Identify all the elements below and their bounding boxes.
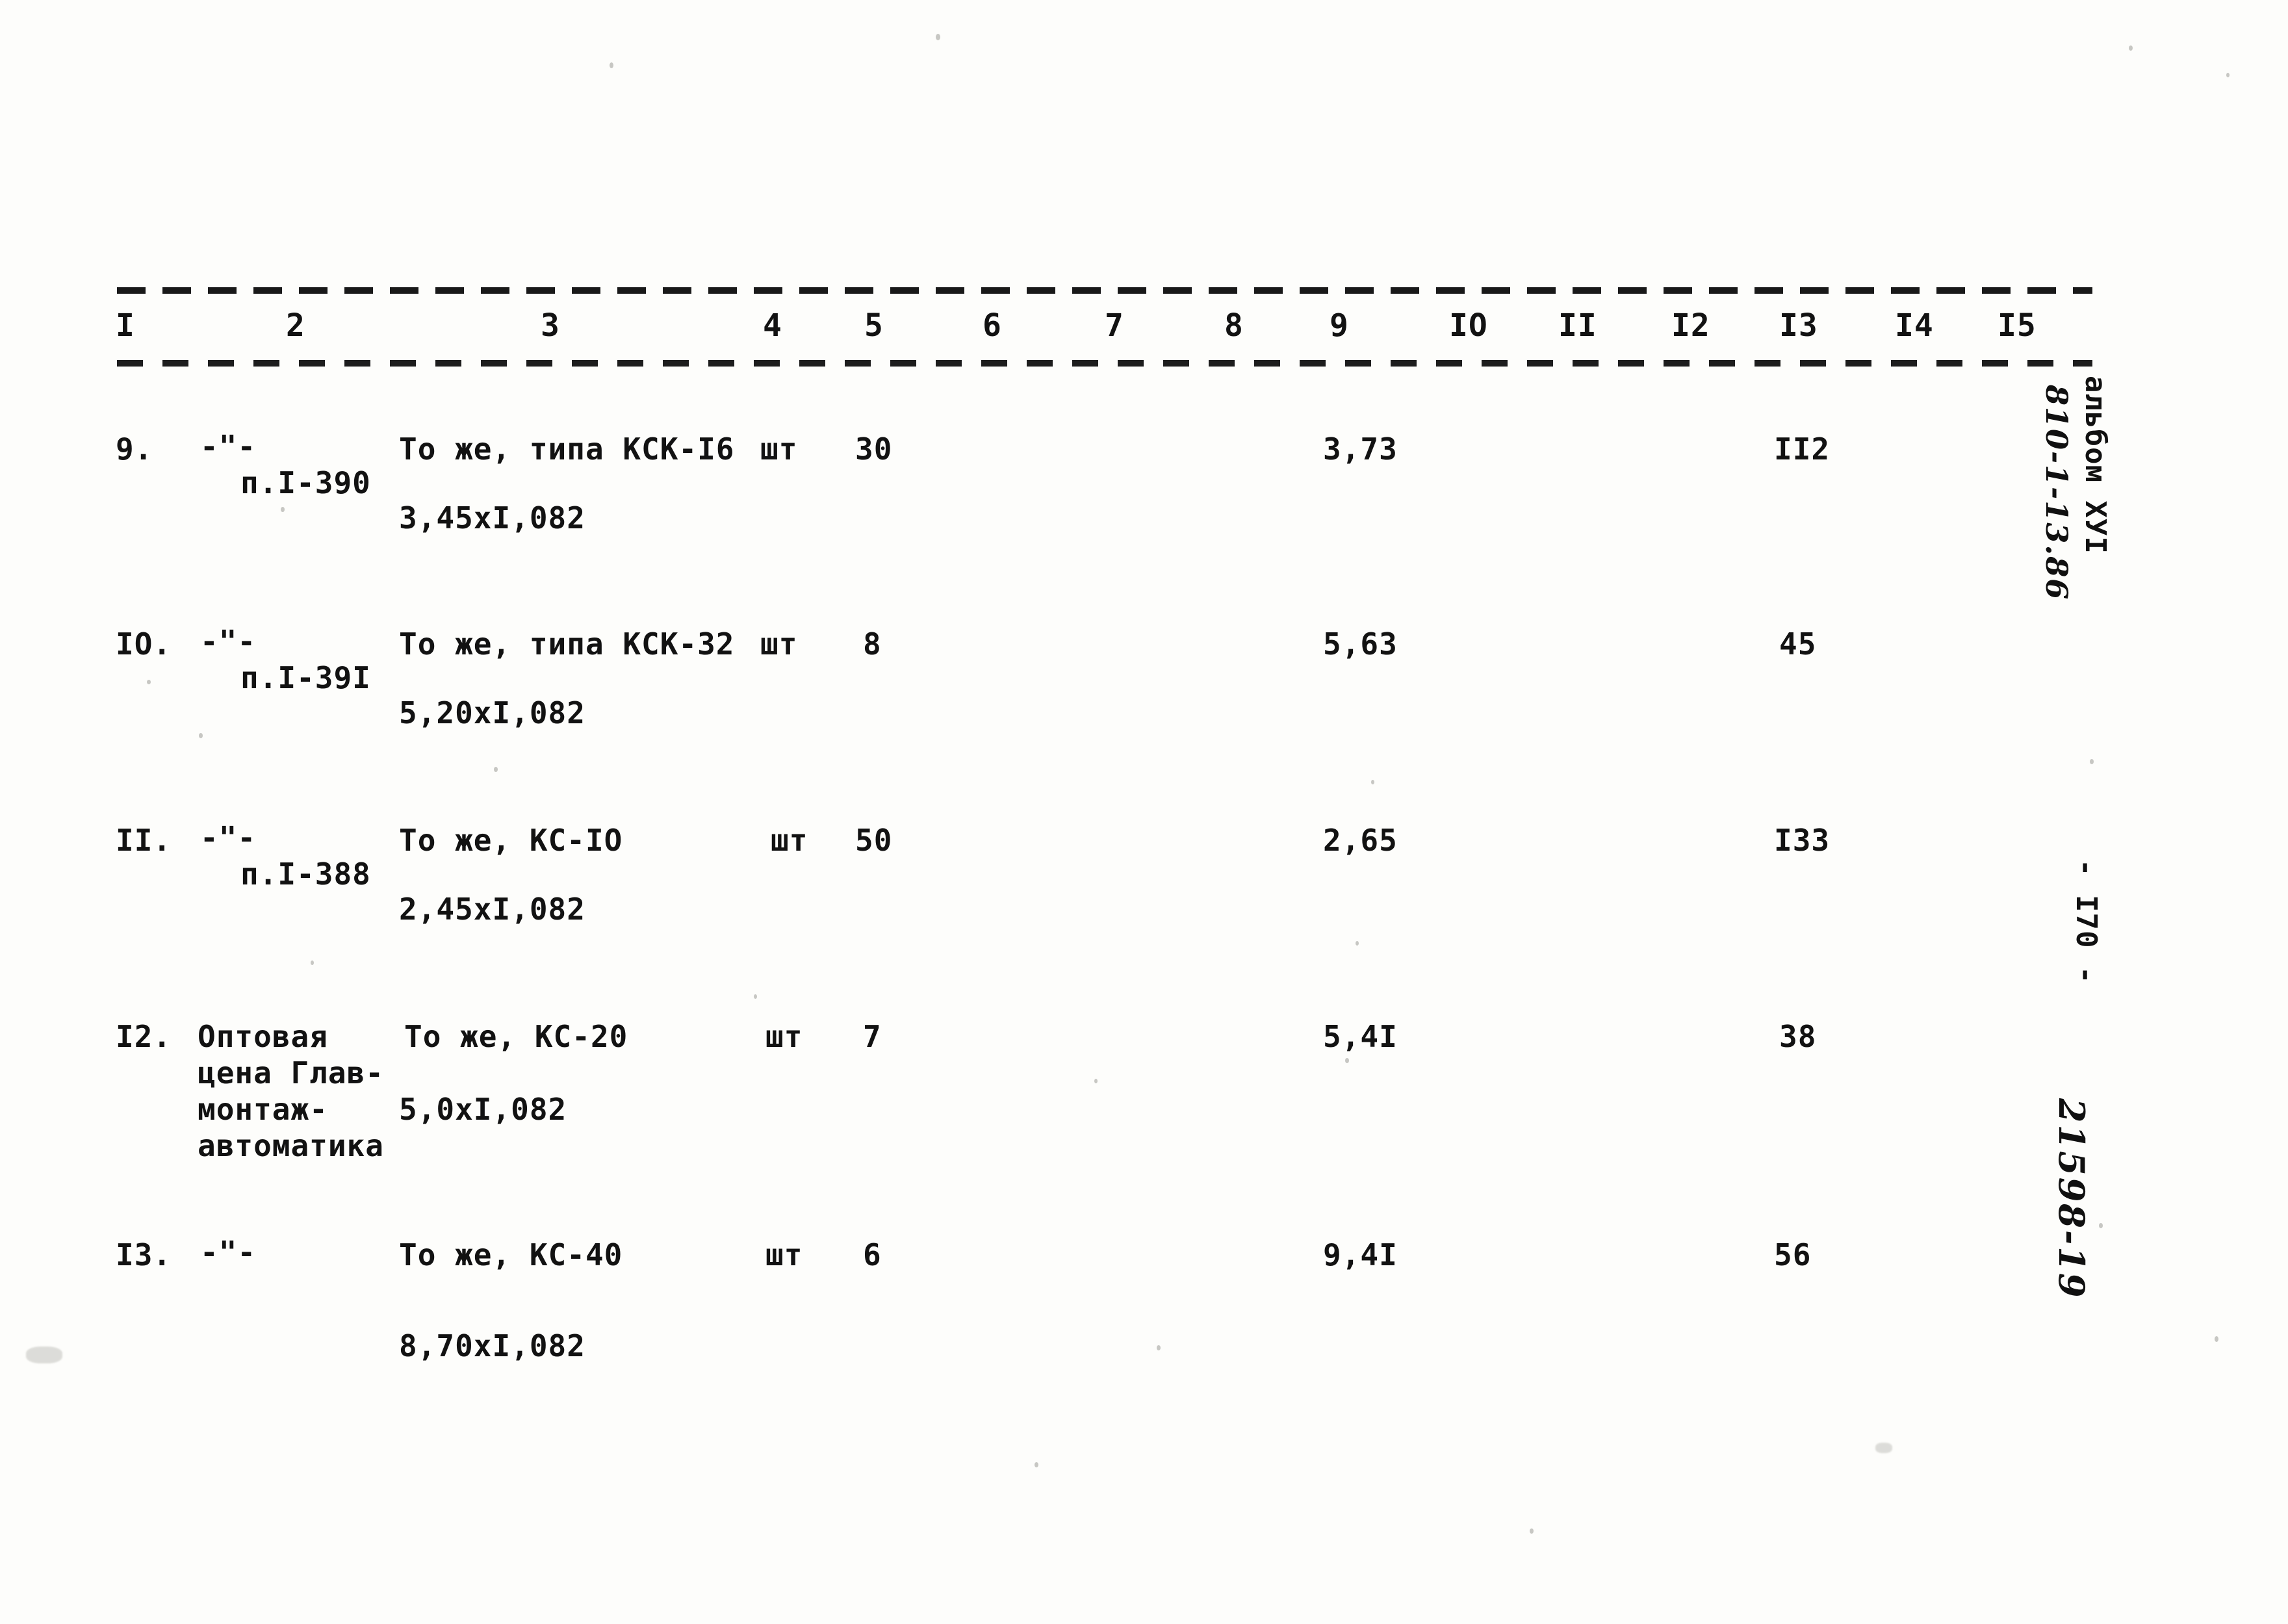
column-header-13: I3: [1779, 307, 1818, 344]
scan-speck: [2090, 759, 2094, 764]
scan-speck: [199, 733, 203, 738]
scan-speck: [1356, 941, 1359, 946]
row-col13-value: II2: [1774, 432, 1831, 467]
row-unit: шт: [771, 823, 808, 858]
row-col2-line-1: -"-: [200, 1235, 257, 1270]
column-header-7: 7: [1105, 307, 1124, 344]
scan-smudge: [1875, 1443, 1892, 1453]
scan-speck: [754, 994, 757, 999]
row-col13-value: I33: [1774, 823, 1831, 858]
row-number: 9.: [116, 432, 153, 467]
row-quantity: 50: [855, 823, 893, 858]
column-header-9: 9: [1330, 307, 1349, 344]
column-header-15: I5: [1998, 307, 2037, 344]
column-header-4: 4: [763, 307, 782, 344]
row-col9-value: 5,4I: [1323, 1019, 1398, 1054]
row-col2-line-2: п.I-388: [240, 857, 371, 892]
scan-speck: [147, 680, 151, 684]
row-col13-value: 45: [1779, 626, 1817, 662]
scan-speck: [2099, 1223, 2103, 1228]
column-header-14: I4: [1895, 307, 1934, 344]
scan-speck: [311, 960, 314, 965]
row-number: I3.: [116, 1237, 172, 1272]
row-col3-line-1: То же, КС-IO: [399, 823, 623, 858]
row-col3-line-2: 5,20хI,082: [399, 695, 585, 730]
column-header-10: IO: [1449, 307, 1488, 344]
row-col3-line-2: 5,0хI,082: [399, 1092, 567, 1127]
scan-speck: [1094, 1079, 1098, 1083]
row-col13-value: 38: [1779, 1019, 1817, 1054]
row-col3-line-1: То же, КС-20: [404, 1019, 628, 1054]
scan-speck: [610, 62, 613, 68]
row-col3-line-1: То же, типа КСК-32: [399, 626, 735, 662]
column-header-2: 2: [286, 307, 305, 344]
page-number-margin: - I70 -: [2070, 859, 2103, 985]
row-unit: шт: [765, 1019, 803, 1054]
row-col3-line-2: 3,45хI,082: [399, 500, 585, 535]
row-col3-line-2: 8,70хI,082: [399, 1328, 585, 1363]
row-col2-line-1: -"-: [200, 429, 257, 464]
row-col2-line-4: автоматика: [198, 1128, 384, 1163]
scan-speck: [2215, 1336, 2218, 1342]
row-col2-line-1: Оптовая: [198, 1019, 328, 1054]
row-quantity: 8: [863, 626, 882, 662]
scan-speck: [936, 34, 940, 40]
row-col9-value: 2,65: [1323, 823, 1398, 858]
row-col9-value: 3,73: [1323, 432, 1398, 467]
row-col3-line-2: 2,45хI,082: [399, 892, 585, 927]
row-number: II.: [116, 823, 172, 858]
row-col3-line-1: То же, типа КСК-I6: [399, 432, 735, 467]
row-unit: шт: [760, 626, 798, 662]
row-number: IO.: [116, 626, 172, 662]
row-col2-line-2: п.I-39I: [240, 660, 371, 695]
album-margin-label: альбом ХУI: [2079, 376, 2112, 554]
column-header-5: 5: [864, 307, 884, 344]
scan-speck: [1345, 1058, 1349, 1063]
scanned-page: I 2 3 4 5 6 7 8 9 IO II I2 I3 I4 I5 9. -…: [0, 0, 2288, 1624]
row-quantity: 7: [863, 1019, 882, 1054]
album-code-handwritten: 810-1-13.86: [2039, 385, 2074, 601]
row-number: I2.: [116, 1019, 172, 1054]
table-top-rule: [117, 287, 2092, 294]
column-header-8: 8: [1224, 307, 1244, 344]
row-col9-value: 5,63: [1323, 626, 1398, 662]
scan-speck: [1157, 1345, 1161, 1350]
row-unit: шт: [765, 1237, 803, 1272]
row-col2-line-1: -"-: [200, 820, 257, 855]
column-header-3: 3: [541, 307, 560, 344]
scan-speck: [1371, 780, 1374, 784]
scan-smudge: [26, 1347, 62, 1363]
row-col13-value: 56: [1774, 1237, 1812, 1272]
row-col2-line-2: цена Глав-: [198, 1055, 384, 1090]
row-col2-line-2: п.I-390: [240, 465, 371, 500]
scan-speck: [2129, 45, 2133, 51]
scan-speck: [494, 767, 498, 772]
column-header-1: I: [116, 307, 135, 344]
column-header-11: II: [1558, 307, 1597, 344]
row-quantity: 30: [855, 432, 893, 467]
column-header-6: 6: [983, 307, 1002, 344]
row-col3-line-1: То же, КС-40: [399, 1237, 623, 1272]
scan-speck: [2226, 73, 2230, 77]
scan-speck: [281, 507, 285, 512]
row-quantity: 6: [863, 1237, 882, 1272]
scan-speck: [1035, 1462, 1038, 1467]
column-header-12: I2: [1671, 307, 1710, 344]
scan-speck: [1530, 1528, 1534, 1534]
row-col9-value: 9,4I: [1323, 1237, 1398, 1272]
row-unit: шт: [760, 432, 798, 467]
table-header-bottom-rule: [117, 360, 2092, 367]
archive-code-handwritten: 21598-19: [2051, 1098, 2092, 1300]
row-col2-line-1: -"-: [200, 624, 257, 659]
row-col2-line-3: монтаж-: [198, 1092, 328, 1127]
